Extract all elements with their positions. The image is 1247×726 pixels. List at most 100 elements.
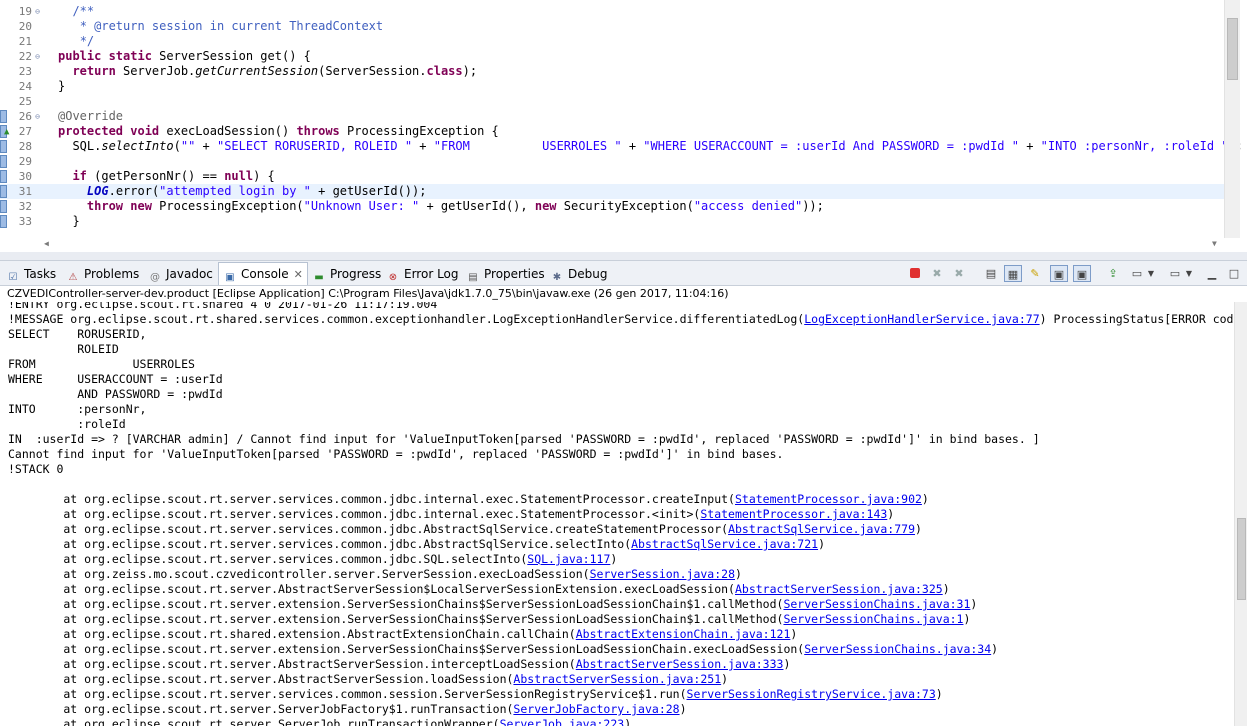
console-output[interactable]: !ENTRY org.eclipse.scout.rt.shared 4 0 2… xyxy=(0,302,1234,726)
scroll-down-arrow-icon[interactable]: ▼ xyxy=(1212,239,1217,249)
fold-toggle-icon[interactable]: ⊖ xyxy=(33,112,42,121)
line-number: 29 xyxy=(18,155,32,168)
stack-trace-link[interactable]: ServerSessionChains.java:34 xyxy=(804,642,991,656)
tab-progress[interactable]: ▬ Progress xyxy=(312,264,381,284)
code-text[interactable]: * @return session in current ThreadConte… xyxy=(58,19,383,34)
code-text[interactable]: protected void execLoadSession() throws … xyxy=(58,124,499,139)
stack-trace-link[interactable]: AbstractServerSession.java:333 xyxy=(576,657,784,671)
code-line[interactable]: 23 return ServerJob.getCurrentSession(Se… xyxy=(0,64,1224,79)
console-process-label: CZVEDIController-server-dev.product [Ecl… xyxy=(0,286,1247,302)
editor-scroll-thumb[interactable] xyxy=(1227,18,1238,80)
console-line: !ENTRY org.eclipse.scout.rt.shared 4 0 2… xyxy=(8,302,438,311)
code-line[interactable]: 24} xyxy=(0,79,1224,94)
tab-label: Error Log xyxy=(404,267,459,281)
remove-all-terminated-icon[interactable]: ✖ xyxy=(950,265,968,282)
code-line[interactable]: 29 xyxy=(0,154,1224,169)
code-line[interactable]: ▲ 27 protected void execLoadSession() thro… xyxy=(0,124,1224,139)
code-line[interactable]: 28 SQL.selectInto("" + "SELECT RORUSERID… xyxy=(0,139,1243,154)
stack-trace-link[interactable]: ServerJobFactory.java:28 xyxy=(513,702,679,716)
remove-launch-icon[interactable]: ✖ xyxy=(928,265,946,282)
stack-trace-link[interactable]: ServerJob.java:223 xyxy=(500,717,625,726)
code-text[interactable]: return ServerJob.getCurrentSession(Serve… xyxy=(58,64,477,79)
open-console-icon[interactable]: ▭ xyxy=(1166,265,1184,282)
tab-javadoc[interactable]: @ Javadoc xyxy=(148,264,213,284)
line-number: 22 xyxy=(18,50,32,63)
code-text[interactable]: if (getPersonNr() == null) { xyxy=(58,169,274,184)
console-line: at org.eclipse.scout.rt.server.services.… xyxy=(8,537,825,551)
show-on-stdout-icon[interactable]: ▣ xyxy=(1050,265,1068,282)
code-text[interactable]: SQL.selectInto("" + "SELECT RORUSERID, R… xyxy=(58,139,1243,154)
stack-trace-link[interactable]: StatementProcessor.java:902 xyxy=(735,492,922,506)
code-line[interactable]: 20 * @return session in current ThreadCo… xyxy=(0,19,1224,34)
code-line[interactable]: 19 ⊖ /** xyxy=(0,4,1224,19)
progress-icon: ▬ xyxy=(314,272,324,283)
tab-tasks[interactable]: ☑ Tasks xyxy=(6,264,57,284)
code-text[interactable]: public static ServerSession get() { xyxy=(58,49,311,64)
display-selected-console-icon[interactable]: ▭ xyxy=(1128,265,1146,282)
console-line: at org.eclipse.scout.rt.shared.extension… xyxy=(8,627,798,641)
code-line[interactable]: 26 ⊖ @Override xyxy=(0,109,1224,124)
show-on-stderr-icon[interactable]: ▣ xyxy=(1073,265,1091,282)
code-line[interactable]: 22 ⊖ public static ServerSession get() { xyxy=(0,49,1224,64)
console-icon: ▣ xyxy=(225,272,235,283)
console-line: at org.eclipse.scout.rt.server.AbstractS… xyxy=(8,657,791,671)
code-text[interactable]: throw new ProcessingException("Unknown U… xyxy=(58,199,824,214)
code-text[interactable]: /** xyxy=(58,4,94,19)
tab-console[interactable]: ▣ Console ✕ xyxy=(218,262,308,285)
code-text[interactable]: } xyxy=(58,79,65,94)
chevron-down-icon[interactable]: ▼ xyxy=(1184,265,1194,282)
pin-console-icon[interactable]: ⇪ xyxy=(1104,265,1122,282)
tab-properties[interactable]: ▤ Properties xyxy=(466,264,544,284)
maximize-view-icon[interactable]: □ xyxy=(1225,265,1243,282)
console-line: SELECT RORUSERID, xyxy=(8,327,147,341)
code-line[interactable]: 30 if (getPersonNr() == null) { xyxy=(0,169,1224,184)
stack-trace-link[interactable]: AbstractExtensionChain.java:121 xyxy=(576,627,791,641)
editor-vertical-scrollbar[interactable] xyxy=(1224,0,1240,238)
stack-trace-link[interactable]: ServerSessionChains.java:31 xyxy=(783,597,970,611)
console-line: at org.eclipse.scout.rt.server.services.… xyxy=(8,522,922,536)
minimize-view-icon[interactable]: ▁ xyxy=(1203,265,1221,282)
tab-label: Problems xyxy=(84,267,140,281)
code-text[interactable]: } xyxy=(58,214,79,229)
scroll-lock-icon[interactable]: ▦ xyxy=(1004,265,1022,282)
stack-trace-link[interactable]: StatementProcessor.java:143 xyxy=(700,507,887,521)
console-vertical-scrollbar[interactable] xyxy=(1234,302,1247,726)
java-editor[interactable]: 19 ⊖ /** 20 * @return session in current T… xyxy=(0,0,1247,252)
console-scroll-thumb[interactable] xyxy=(1237,518,1246,600)
chevron-down-icon[interactable]: ▼ xyxy=(1146,265,1156,282)
fold-toggle-icon[interactable]: ⊖ xyxy=(33,52,42,61)
scroll-left-arrow-icon[interactable]: ◀ xyxy=(44,239,49,249)
terminate-icon[interactable] xyxy=(906,265,924,282)
tab-problems[interactable]: ⚠ Problems xyxy=(66,264,140,284)
editor-console-splitter[interactable] xyxy=(0,252,1247,260)
stack-trace-link[interactable]: AbstractServerSession.java:325 xyxy=(735,582,943,596)
code-line[interactable]: 32 throw new ProcessingException("Unknow… xyxy=(0,199,1224,214)
word-wrap-icon[interactable]: ✎ xyxy=(1026,265,1044,282)
code-text[interactable]: @Override xyxy=(58,109,123,124)
code-text[interactable]: LOG.error("attempted login by " + getUse… xyxy=(58,184,427,199)
console-line: !MESSAGE org.eclipse.scout.rt.shared.ser… xyxy=(8,312,1234,326)
close-icon[interactable]: ✕ xyxy=(294,268,303,281)
tab-debug[interactable]: ✱ Debug xyxy=(550,264,608,284)
stack-trace-link[interactable]: AbstractSqlService.java:779 xyxy=(728,522,915,536)
stack-trace-link[interactable]: ServerSessionChains.java:1 xyxy=(783,612,963,626)
line-number: 31 xyxy=(18,185,32,198)
stack-trace-link[interactable]: ServerSession.java:28 xyxy=(590,567,735,581)
stack-trace-link[interactable]: AbstractServerSession.java:251 xyxy=(513,672,721,686)
clear-console-icon[interactable]: ▤ xyxy=(982,265,1000,282)
stack-trace-link[interactable]: LogExceptionHandlerService.java:77 xyxy=(804,312,1039,326)
editor-horizontal-scrollbar[interactable]: ◀ xyxy=(40,238,1224,250)
code-text[interactable]: */ xyxy=(58,34,94,49)
stack-trace-link[interactable]: ServerSessionRegistryService.java:73 xyxy=(687,687,936,701)
fold-toggle-icon[interactable]: ⊖ xyxy=(33,7,42,16)
tab-error-log[interactable]: ⊗ Error Log xyxy=(386,264,459,284)
code-line[interactable]: 33 } xyxy=(0,214,1224,229)
line-number: 23 xyxy=(18,65,32,78)
console-line: at org.eclipse.scout.rt.server.AbstractS… xyxy=(8,672,729,686)
code-line[interactable]: 31 LOG.error("attempted login by " + get… xyxy=(0,184,1224,199)
code-line[interactable]: 21 */ xyxy=(0,34,1224,49)
stack-trace-link[interactable]: SQL.java:117 xyxy=(527,552,610,566)
console-line: Cannot find input for 'ValueInputToken[p… xyxy=(8,447,784,461)
stack-trace-link[interactable]: AbstractSqlService.java:721 xyxy=(631,537,818,551)
code-line[interactable]: 25 xyxy=(0,94,1224,109)
